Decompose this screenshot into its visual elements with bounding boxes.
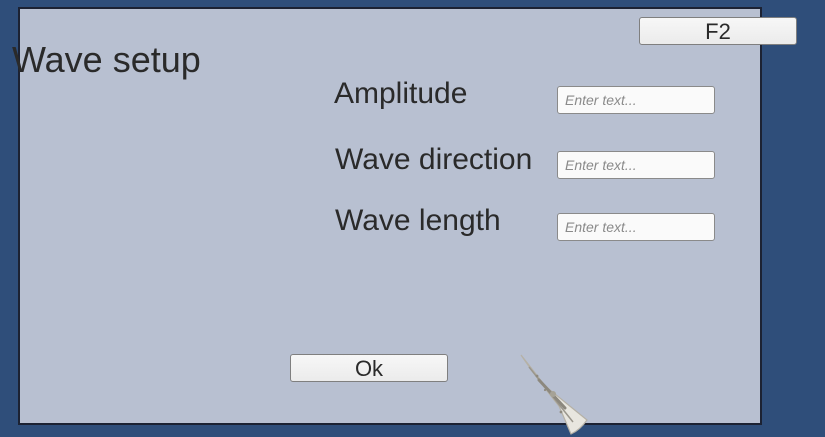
wave-direction-input[interactable]: [557, 151, 715, 179]
wave-length-label: Wave length: [335, 204, 501, 237]
panel-title: Wave setup: [12, 39, 201, 80]
f2-button[interactable]: F2: [639, 17, 797, 45]
wave-direction-label: Wave direction: [335, 143, 533, 176]
boat-icon: [520, 354, 588, 435]
amplitude-label: Amplitude: [334, 77, 468, 110]
wave-length-input[interactable]: [557, 213, 715, 241]
ok-button[interactable]: Ok: [290, 354, 448, 382]
amplitude-input[interactable]: [557, 86, 715, 114]
